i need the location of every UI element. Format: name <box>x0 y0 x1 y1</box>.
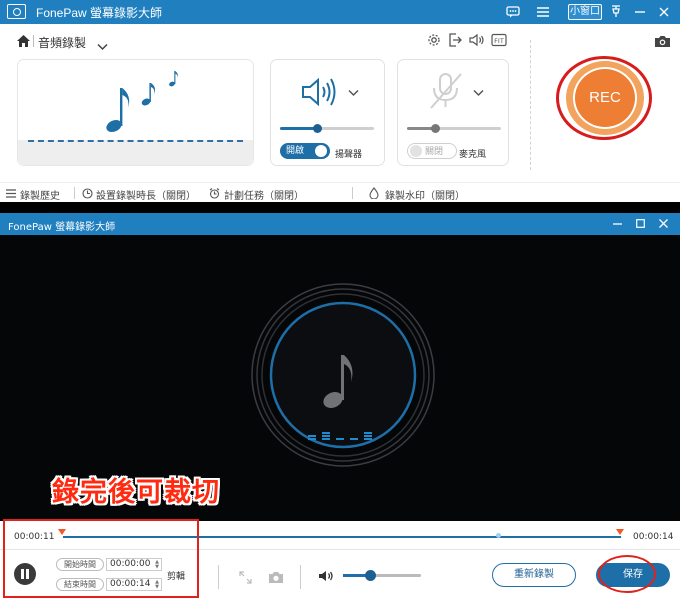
svg-text:FIT: FIT <box>494 37 504 45</box>
trim-callout: 錄完後可裁切 <box>52 477 220 508</box>
end-time-label: 結束時間 <box>56 578 104 591</box>
toggle-label: 關閉 <box>425 147 444 157</box>
trim-end-marker[interactable] <box>616 529 624 535</box>
toggle-dot <box>315 145 327 157</box>
system-audio-panel: 開啟 揚聲器 <box>270 59 385 166</box>
audio-disc-graphic <box>251 283 435 467</box>
recorder-window: FonePaw 螢幕錄影大師 小窗口 音頻錄製 FIT 開啟 揚聲器 關閉 麥克… <box>0 0 680 202</box>
music-notes-icon <box>106 71 178 133</box>
history-button[interactable]: 錄製歷史 <box>20 187 60 202</box>
clock-icon[interactable] <box>82 188 93 202</box>
rerecord-button[interactable]: 重新錄製 <box>492 563 576 587</box>
visualizer-floor <box>18 140 253 165</box>
mode-label[interactable]: 音頻錄製 <box>38 34 86 51</box>
end-time-field[interactable]: 00:00:14 ▲ ▼ <box>106 578 162 591</box>
chevron-down-icon[interactable] <box>348 89 359 97</box>
total-time: 00:00:14 <box>633 532 674 542</box>
system-audio-toggle[interactable]: 開啟 <box>280 143 330 159</box>
slider-fill <box>280 127 318 130</box>
fit-icon[interactable]: FIT <box>491 32 507 51</box>
chat-icon[interactable] <box>504 2 522 22</box>
toolbar-separator <box>74 187 75 199</box>
list-icon[interactable] <box>6 189 16 201</box>
bottom-toolbar: 錄製歷史 設置錄製時長（關閉） 計劃任務（關閉） 錄製水印（關閉） <box>0 182 680 202</box>
alarm-clock-icon[interactable] <box>209 188 220 202</box>
start-time-field[interactable]: 00:00:00 ▲ ▼ <box>106 558 162 571</box>
window-separator <box>0 202 680 213</box>
slider-knob[interactable] <box>430 124 440 133</box>
save-highlight-ring <box>598 555 656 593</box>
watermark-drop-icon[interactable] <box>369 187 379 202</box>
rec-button-label[interactable]: REC <box>573 67 637 129</box>
microphone-panel: 關閉 麥克風 <box>397 59 509 166</box>
microphone-toggle[interactable]: 關閉 <box>407 143 457 159</box>
menu-icon[interactable] <box>534 2 552 22</box>
start-time-value: 00:00:00 <box>110 559 151 569</box>
maximize-icon[interactable] <box>633 214 647 234</box>
volume-slider[interactable] <box>343 570 421 581</box>
divider <box>300 565 301 589</box>
slider-knob[interactable] <box>364 570 376 581</box>
rec-button[interactable]: REC <box>566 61 644 135</box>
record-duration-button[interactable]: 設置錄製時長（關閉） <box>96 187 196 202</box>
stepper-icon[interactable]: ▲ ▼ <box>155 560 159 570</box>
microphone-muted-icon[interactable] <box>428 71 464 111</box>
pin-icon[interactable] <box>608 2 624 22</box>
mode-separator <box>33 35 34 47</box>
audio-visualizer-panel <box>17 59 254 166</box>
microphone-volume-slider[interactable] <box>407 124 501 133</box>
toggle-dot <box>410 145 422 157</box>
app-title: FonePaw 螢幕錄影大師 <box>8 222 116 233</box>
mode-row: 音頻錄製 FIT <box>0 28 680 56</box>
cut-button[interactable]: 剪輯 <box>167 569 185 582</box>
microphone-label: 麥克風 <box>459 150 487 160</box>
export-icon[interactable] <box>448 32 462 51</box>
mini-window-button[interactable]: 小窗口 <box>568 4 602 20</box>
home-icon[interactable] <box>16 33 31 52</box>
visualizer-waveline <box>28 140 243 142</box>
volume-icon[interactable] <box>318 568 334 587</box>
title-bar: FonePaw 螢幕錄影大師 小窗口 <box>0 0 680 24</box>
minimize-icon[interactable] <box>632 2 648 22</box>
close-icon[interactable] <box>656 214 670 234</box>
system-audio-label: 揚聲器 <box>335 150 363 160</box>
snapshot-camera-icon[interactable] <box>268 569 284 588</box>
end-time-value: 00:00:14 <box>110 579 151 589</box>
chevron-down-icon[interactable] <box>473 89 484 97</box>
close-icon[interactable] <box>656 2 672 22</box>
start-time-label: 開始時間 <box>56 558 104 571</box>
speaker-icon[interactable] <box>301 77 341 107</box>
minimize-icon[interactable] <box>610 214 624 234</box>
schedule-task-button[interactable]: 計劃任務（關閉） <box>224 187 304 202</box>
pause-button[interactable] <box>14 563 36 585</box>
toggle-label: 開啟 <box>286 146 305 156</box>
watermark-button[interactable]: 錄製水印（關閉） <box>385 187 465 202</box>
toolbar-separator <box>352 187 353 199</box>
system-volume-slider[interactable] <box>280 124 374 133</box>
app-title: FonePaw 螢幕錄影大師 <box>36 6 163 20</box>
title-bar: FonePaw 螢幕錄影大師 <box>0 213 680 235</box>
speaker-icon[interactable] <box>469 32 485 51</box>
app-logo-icon <box>7 4 26 19</box>
divider <box>530 40 531 170</box>
camera-icon[interactable] <box>654 33 671 52</box>
stepper-icon[interactable]: ▲ ▼ <box>155 580 159 590</box>
expand-icon[interactable] <box>239 569 252 588</box>
slider-knob[interactable] <box>313 124 323 133</box>
divider <box>218 565 219 589</box>
chevron-down-icon[interactable] <box>97 36 108 55</box>
settings-gear-icon[interactable] <box>427 32 441 51</box>
